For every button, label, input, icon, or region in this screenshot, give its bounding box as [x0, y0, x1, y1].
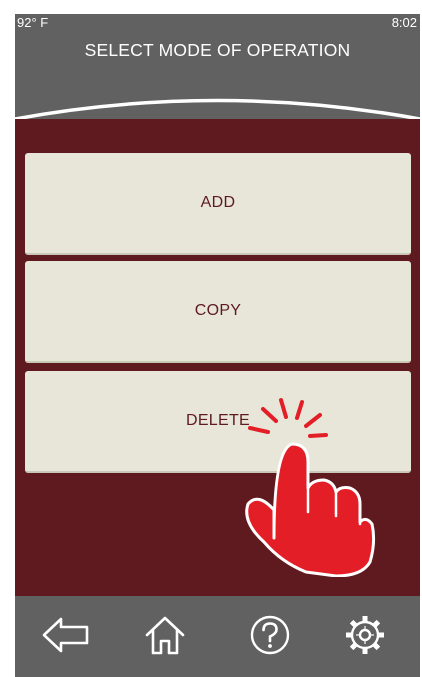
home-icon: [145, 616, 185, 655]
temperature-readout: 92° F: [17, 15, 49, 30]
copy-button-label: COPY: [194, 302, 242, 319]
add-button-label: ADD: [200, 194, 236, 211]
help-icon: [250, 615, 290, 655]
settings-gear-icon: [346, 616, 384, 654]
delete-button[interactable]: DELETE: [25, 371, 411, 473]
help-button[interactable]: [242, 610, 298, 660]
home-button[interactable]: [137, 610, 193, 660]
copy-button[interactable]: COPY: [25, 261, 411, 363]
back-button[interactable]: [38, 610, 94, 660]
device-screen: 92° F 8:02 SELECT MODE OF OPERATION ADD …: [15, 14, 420, 677]
add-button[interactable]: ADD: [25, 153, 411, 255]
delete-button-label: DELETE: [185, 412, 251, 429]
settings-button[interactable]: [337, 610, 393, 660]
page-title: SELECT MODE OF OPERATION: [84, 40, 351, 60]
mode-list: ADD COPY DELETE: [15, 119, 420, 596]
clock-time: 8:02: [391, 15, 417, 30]
back-arrow-icon: [42, 617, 89, 653]
bottom-nav-bar: [15, 596, 420, 677]
